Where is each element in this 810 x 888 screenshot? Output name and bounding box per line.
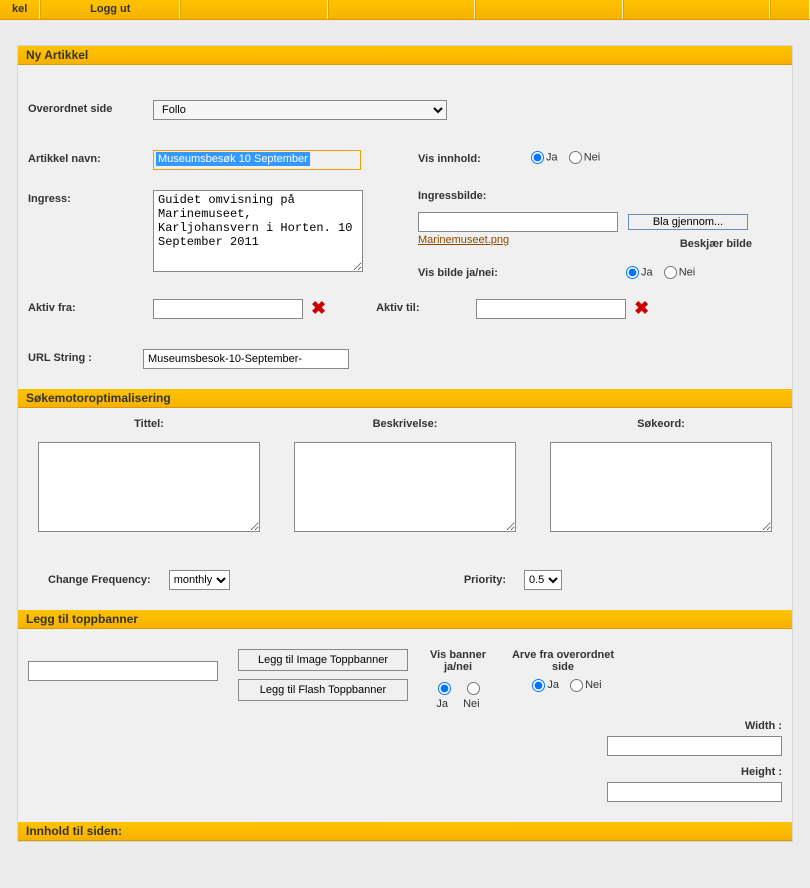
artikkelnavn-value: Museumsbesøk 10 September xyxy=(156,152,310,166)
visbanner-nei-radio[interactable] xyxy=(467,682,480,695)
ingressbilde-input[interactable] xyxy=(418,212,618,232)
artikkelnavn-label: Artikkel navn: xyxy=(28,150,153,170)
innhold-header: Innhold til siden: xyxy=(18,822,792,841)
height-input[interactable] xyxy=(607,782,782,802)
ingressbilde-file-link[interactable]: Marinemuseet.png xyxy=(418,234,509,250)
nav-spacer-3 xyxy=(475,0,622,19)
urlstring-input[interactable] xyxy=(143,349,349,369)
seo-tittel-label: Tittel: xyxy=(38,418,260,430)
aktivtil-label: Aktiv til: xyxy=(376,299,476,314)
urlstring-label: URL String : xyxy=(28,349,143,364)
aktivtil-input[interactable] xyxy=(476,299,626,319)
visbilde-label: Vis bilde ja/nei: xyxy=(418,267,618,279)
visbilde-nei-label: Nei xyxy=(679,267,696,279)
ny-artikkel-panel: Ny Artikkel Overordnet side Follo Artikk… xyxy=(17,45,793,842)
seo-tittel-textarea[interactable] xyxy=(38,442,260,532)
visbilde-ja-label: Ja xyxy=(641,267,653,279)
visinnhold-label: Vis innhold: xyxy=(418,150,523,165)
seo-beskrivelse-textarea[interactable] xyxy=(294,442,516,532)
seo-header: Søkemotoroptimalisering xyxy=(18,389,792,408)
ny-artikkel-header: Ny Artikkel xyxy=(18,46,792,65)
aktivfra-clear-icon[interactable]: ✖ xyxy=(311,299,326,317)
nav-spacer-5 xyxy=(770,0,810,19)
nav-spacer-2 xyxy=(328,0,475,19)
aktivtil-clear-icon[interactable]: ✖ xyxy=(634,299,649,317)
visinnhold-nei-label: Nei xyxy=(584,152,601,164)
visbanner-ja-label: Ja xyxy=(436,698,448,710)
seo-sokeord-textarea[interactable] xyxy=(550,442,772,532)
visbanner-ja-radio[interactable] xyxy=(438,682,451,695)
change-frequency-select[interactable]: monthly xyxy=(169,570,230,590)
ingress-label: Ingress: xyxy=(28,190,153,272)
toppbanner-input[interactable] xyxy=(28,661,218,681)
nav-kel[interactable]: kel xyxy=(0,0,40,19)
visbilde-nei-radio[interactable] xyxy=(664,266,677,279)
ingressbilde-label: Ingressbilde: xyxy=(418,190,782,202)
height-label: Height : xyxy=(741,766,782,778)
seo-sokeord-label: Søkeord: xyxy=(550,418,772,430)
visinnhold-nei-radio[interactable] xyxy=(569,151,582,164)
ingress-textarea[interactable] xyxy=(153,190,363,272)
arvefra-ja-radio[interactable] xyxy=(532,679,545,692)
overordnet-side-label: Overordnet side xyxy=(28,100,153,115)
visbilde-ja-radio[interactable] xyxy=(626,266,639,279)
change-frequency-label: Change Frequency: xyxy=(48,574,151,586)
visbanner-nei-label: Nei xyxy=(463,698,480,710)
arvefra-ja-label: Ja xyxy=(547,680,559,692)
visinnhold-ja-radio[interactable] xyxy=(531,151,544,164)
nav-spacer-1 xyxy=(180,0,327,19)
seo-beskrivelse-label: Beskrivelse: xyxy=(294,418,516,430)
aktivfra-input[interactable] xyxy=(153,299,303,319)
arvefra-nei-label: Nei xyxy=(585,680,602,692)
arvefra-nei-radio[interactable] xyxy=(570,679,583,692)
width-label: Width : xyxy=(745,720,782,732)
legg-til-image-toppbanner-button[interactable]: Legg til Image Toppbanner xyxy=(238,649,408,671)
top-nav-bar: kel Logg ut xyxy=(0,0,810,20)
visinnhold-ja-label: Ja xyxy=(546,152,558,164)
overordnet-side-select[interactable]: Follo xyxy=(153,100,447,120)
bla-gjennom-button[interactable]: Bla gjennom... xyxy=(628,214,748,230)
priority-label: Priority: xyxy=(464,574,506,586)
legg-til-flash-toppbanner-button[interactable]: Legg til Flash Toppbanner xyxy=(238,679,408,701)
nav-spacer-4 xyxy=(623,0,770,19)
toppbanner-header: Legg til toppbanner xyxy=(18,610,792,629)
beskjaer-bilde-label[interactable]: Beskjær bilde xyxy=(509,238,782,250)
artikkelnavn-input[interactable]: Museumsbesøk 10 September xyxy=(153,150,361,170)
priority-select[interactable]: 0.5 xyxy=(524,570,562,590)
visbanner-label: Vis banner ja/nei xyxy=(418,649,498,673)
nav-loggut[interactable]: Logg ut xyxy=(40,0,180,19)
arvefra-label: Arve fra overordnet side xyxy=(508,649,618,673)
aktivfra-label: Aktiv fra: xyxy=(28,299,153,314)
width-input[interactable] xyxy=(607,736,782,756)
